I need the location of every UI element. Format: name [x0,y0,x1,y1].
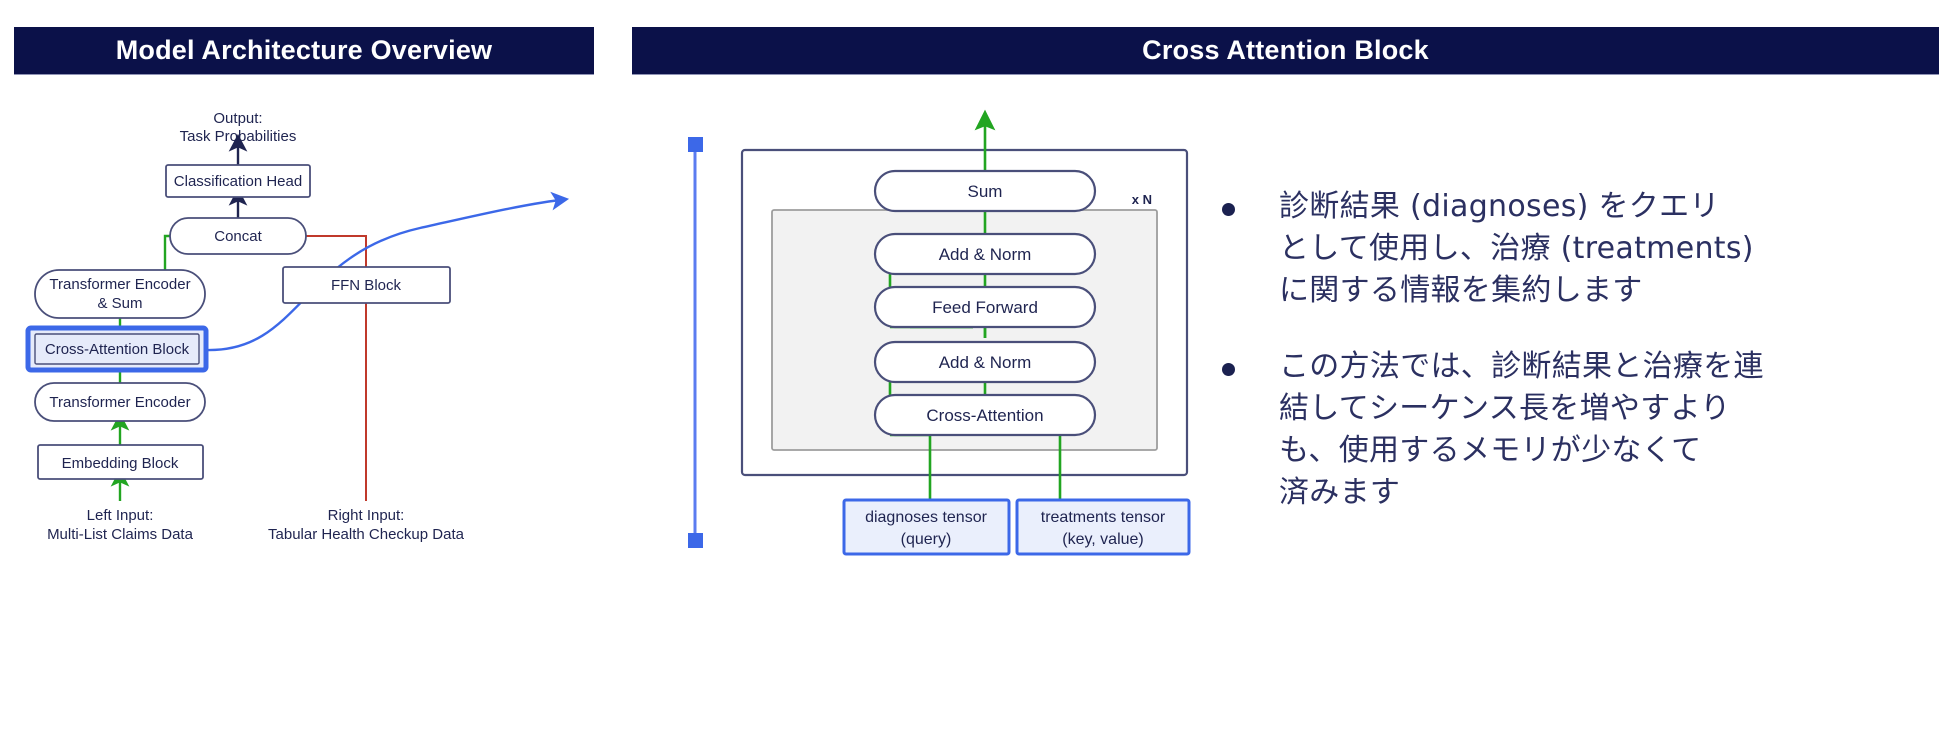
node-transformer-encoder-and-sum-line2: & Sum [97,295,142,312]
output-label-line2: Task Probabilities [180,128,297,145]
node-ffn-block[interactable]: FFN Block [282,266,451,304]
node-transformer-encoder-label: Transformer Encoder [49,394,190,411]
node-transformer-encoder[interactable]: Transformer Encoder [34,382,206,422]
banner-right-title: Cross Attention Block [1142,35,1429,65]
left-input-label-line1: Left Input: [87,507,154,524]
node-add-norm-bottom-label: Add & Norm [939,353,1032,372]
banner-left-title: Model Architecture Overview [115,35,493,65]
node-classification-head[interactable]: Classification Head [165,164,311,198]
node-add-norm-bottom[interactable]: Add & Norm [873,340,1097,384]
node-concat[interactable]: Concat [169,217,307,255]
node-treatments-tensor-line1: treatments tensor [1041,509,1166,526]
left-input-label-line2: Multi-List Claims Data [47,526,194,543]
node-add-norm-top[interactable]: Add & Norm [873,232,1097,276]
node-diagnoses-tensor-line1: diagnoses tensor [865,509,988,526]
node-cross-attention[interactable]: Cross-Attention [873,393,1097,437]
node-feed-forward[interactable]: Feed Forward [873,285,1097,329]
bullet-dot-icon [1222,203,1235,216]
node-ffn-block-label: FFN Block [331,277,402,294]
bullet-text: この方法では、診断結果と治療を連 結してシーケンス長を増やすより も、使用するメ… [1279,349,1764,510]
bullet-item: 診断結果 (diagnoses) をクエリ として使用し、治療 (treatme… [1222,186,1942,312]
node-cross-attention-block-label: Cross-Attention Block [45,341,190,358]
node-embedding-block[interactable]: Embedding Block [37,444,204,480]
node-sum-label: Sum [968,182,1003,201]
right-input-label-line2: Tabular Health Checkup Data [268,526,465,543]
node-feed-forward-label: Feed Forward [932,298,1038,317]
node-diagnoses-tensor[interactable]: diagnoses tensor (query) [842,498,1011,556]
node-diagnoses-tensor-line2: (query) [901,531,952,548]
node-treatments-tensor-line2: (key, value) [1062,531,1144,548]
output-label: Output: Task Probabilities [180,110,297,145]
repeat-count-label: x N [1132,192,1152,207]
output-label-line1: Output: [213,110,262,127]
node-transformer-encoder-and-sum-line1: Transformer Encoder [49,276,190,293]
right-input-label: Right Input: Tabular Health Checkup Data [268,507,465,543]
cross-attention-block-diagram: x N Sum Add & Norm Feed Forward Add & No… [620,95,1240,695]
banner-model-architecture-overview: Model Architecture Overview [14,27,594,74]
node-classification-head-label: Classification Head [174,173,302,190]
bullet-item: この方法では、診断結果と治療を連 結してシーケンス長を増やすより も、使用するメ… [1222,346,1942,514]
node-cross-attention-label: Cross-Attention [926,406,1043,425]
node-cross-attention-block[interactable]: Cross-Attention Block [25,325,209,373]
bullet-dot-icon [1222,363,1235,376]
node-add-norm-top-label: Add & Norm [939,245,1032,264]
node-transformer-encoder-and-sum[interactable]: Transformer Encoder & Sum [34,269,206,319]
node-sum[interactable]: Sum [873,169,1097,213]
node-treatments-tensor[interactable]: treatments tensor (key, value) [1015,498,1191,556]
left-architecture-diagram: Output: Task Probabilities Classificatio… [0,95,620,695]
explanation-bullet-list: 診断結果 (diagnoses) をクエリ として使用し、治療 (treatme… [1222,186,1942,548]
node-concat-label: Concat [214,228,262,245]
bullet-text: 診断結果 (diagnoses) をクエリ として使用し、治療 (treatme… [1279,189,1754,308]
range-bracket-handle[interactable] [688,137,703,548]
banner-cross-attention-block: Cross Attention Block [632,27,1939,74]
right-input-label-line1: Right Input: [328,507,405,524]
node-embedding-block-label: Embedding Block [62,455,179,472]
left-input-label: Left Input: Multi-List Claims Data [47,507,194,543]
